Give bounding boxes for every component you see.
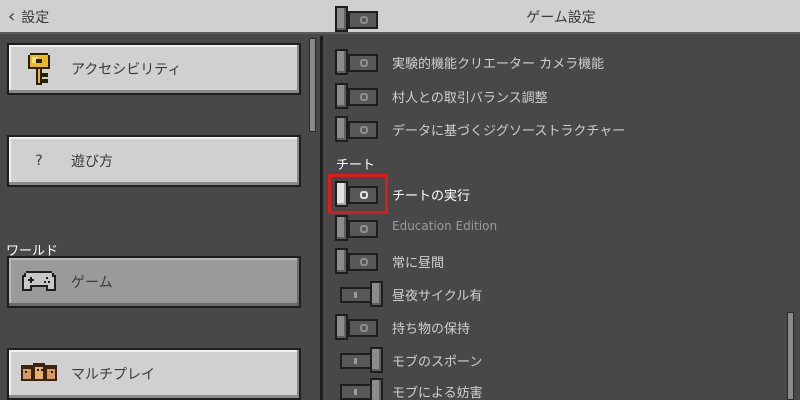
setting-label: 常に昼間: [392, 256, 445, 271]
key-icon: [9, 53, 69, 85]
chevron-left-icon: ‹: [8, 6, 16, 27]
always-day-toggle[interactable]: [334, 248, 378, 274]
question-mark-icon: ?: [35, 153, 43, 169]
sidebar-item-label: 遊び方: [71, 154, 113, 170]
sidebar-item-label: マルチプレイ: [71, 367, 155, 383]
villager-trade-toggle[interactable]: [334, 83, 378, 109]
setting-label: 持ち物の保持: [392, 322, 471, 337]
setting-label: モブのスポーン: [392, 355, 483, 370]
experimental-camera-toggle[interactable]: [334, 49, 378, 75]
mob-spawning-toggle[interactable]: [340, 347, 384, 373]
sidebar-item-game[interactable]: ゲーム: [7, 256, 301, 308]
mob-griefing-toggle[interactable]: [340, 378, 384, 400]
sidebar-item-label: アクセシビリティ: [71, 62, 182, 78]
toggle-off[interactable]: [334, 6, 378, 32]
setting-label: 昼夜サイクル有: [392, 289, 483, 304]
setting-label: 村人との取引バランス調整: [392, 91, 548, 106]
players-icon: [9, 363, 69, 385]
sidebar-item-multiplayer[interactable]: マルチプレイ: [7, 348, 301, 400]
sidebar-item-how-to-play[interactable]: ? 遊び方: [7, 135, 301, 187]
daylight-cycle-toggle[interactable]: [340, 281, 384, 307]
setting-label: 実験的機能クリエーター カメラ機能: [392, 57, 605, 72]
keep-inventory-toggle[interactable]: [334, 314, 378, 340]
settings-scrollbar-thumb[interactable]: [787, 312, 794, 400]
section-title-cheats: チート: [336, 158, 376, 173]
setting-label: チートの実行: [392, 189, 471, 204]
back-label: 設定: [21, 10, 50, 26]
page-title: ゲーム設定: [526, 10, 596, 26]
highlight-box: [328, 174, 388, 214]
header-bar: ‹ 設定 ゲーム設定: [0, 0, 800, 34]
setting-label: モブによる妨害: [392, 386, 483, 400]
jigsaw-structure-toggle[interactable]: [334, 116, 378, 142]
setting-label: Education Edition: [392, 219, 498, 233]
setting-label: データに基づくジグソーストラクチャー: [392, 124, 626, 139]
education-edition-toggle[interactable]: [334, 215, 378, 241]
controller-icon: [9, 271, 69, 293]
sidebar-item-label: ゲーム: [71, 275, 113, 291]
back-button[interactable]: ‹ 設定: [8, 6, 49, 28]
sidebar-scrollbar-thumb[interactable]: [309, 38, 316, 132]
sidebar-item-accessibility[interactable]: アクセシビリティ: [7, 43, 301, 95]
